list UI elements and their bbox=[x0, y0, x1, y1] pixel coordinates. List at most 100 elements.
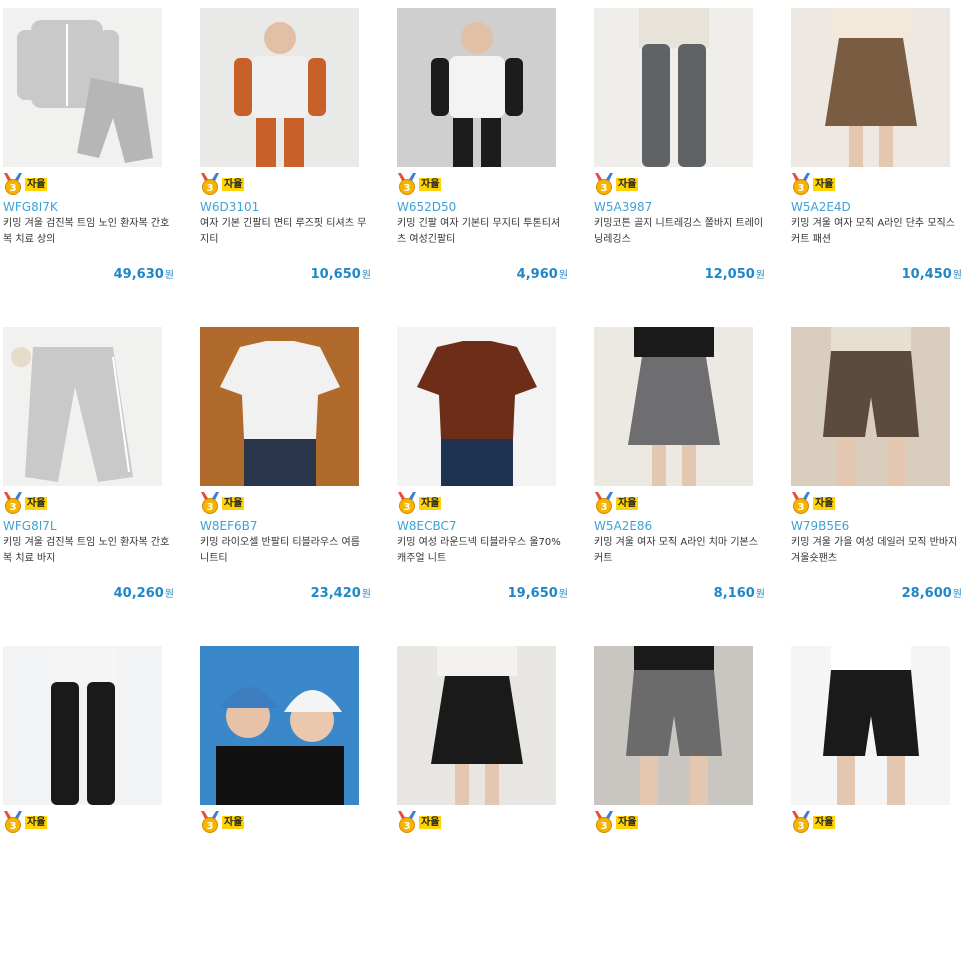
product-image[interactable] bbox=[791, 646, 950, 805]
svg-text:3: 3 bbox=[798, 821, 805, 832]
badge-row: 3 자율 bbox=[3, 811, 188, 833]
product-title[interactable] bbox=[200, 854, 372, 886]
badge-label: 자율 bbox=[222, 496, 245, 510]
product-price: 23,420 bbox=[310, 586, 361, 601]
product-image[interactable] bbox=[397, 8, 556, 167]
badge-row: 3 자율 bbox=[791, 173, 966, 195]
product-card[interactable]: 3 자율 W5A3987 키밍코튼 골지 니트레깅스 쫄바지 트레이닝레깅스 1… bbox=[594, 8, 779, 327]
product-image[interactable] bbox=[200, 646, 359, 805]
product-code[interactable] bbox=[3, 838, 188, 852]
product-title[interactable]: 키밍 겨울 여자 모직 A라인 단추 모직스커트 패션 bbox=[791, 216, 963, 248]
product-code[interactable]: WFG8I7K bbox=[3, 200, 188, 214]
price-row: 49,630원 bbox=[3, 263, 174, 282]
product-title[interactable]: 여자 기본 긴팔티 면티 루즈핏 티셔츠 무지티 bbox=[200, 216, 372, 248]
product-image[interactable] bbox=[791, 327, 950, 486]
badge-row: 3 자율 bbox=[594, 811, 779, 833]
price-row bbox=[791, 901, 962, 920]
product-card[interactable]: 3 자율 W6D3101 여자 기본 긴팔티 면티 루즈핏 티셔츠 무지티 10… bbox=[200, 8, 385, 327]
medal-3-icon: 3 bbox=[3, 492, 23, 514]
product-title[interactable]: 키밍 라이오셀 반팔티 티블라우스 여름 니트티 bbox=[200, 535, 372, 567]
product-title[interactable]: 키밍 여성 라운드넥 티블라우스 울70% 캐주얼 니트 bbox=[397, 535, 569, 567]
currency-unit: 원 bbox=[952, 589, 962, 600]
product-image[interactable] bbox=[3, 8, 162, 167]
product-image[interactable] bbox=[200, 327, 359, 486]
medal-3-icon: 3 bbox=[200, 811, 220, 833]
badge-row: 3 자율 bbox=[397, 492, 582, 514]
svg-text:3: 3 bbox=[207, 821, 214, 832]
product-title[interactable] bbox=[791, 854, 963, 886]
product-image[interactable] bbox=[594, 646, 753, 805]
product-title[interactable]: 키밍 겨울 검진복 트임 노인 환자복 간호복 치료 상의 bbox=[3, 216, 175, 248]
product-title[interactable]: 키밍코튼 골지 니트레깅스 쫄바지 트레이닝레깅스 bbox=[594, 216, 766, 248]
svg-text:3: 3 bbox=[798, 502, 805, 513]
product-image[interactable] bbox=[397, 327, 556, 486]
product-card[interactable]: 3 자율 bbox=[200, 646, 385, 965]
product-code[interactable]: W5A2E86 bbox=[594, 519, 779, 533]
product-code[interactable]: W8EF6B7 bbox=[200, 519, 385, 533]
product-price: 19,650 bbox=[507, 586, 558, 601]
badge-label: 자율 bbox=[616, 177, 639, 191]
product-code[interactable]: W652D50 bbox=[397, 200, 582, 214]
product-code[interactable]: WFG8I7L bbox=[3, 519, 188, 533]
medal-3-icon: 3 bbox=[397, 811, 417, 833]
product-card[interactable]: 3 자율 WFG8I7K 키밍 겨울 검진복 트임 노인 환자복 간호복 치료 … bbox=[3, 8, 188, 327]
currency-unit: 원 bbox=[952, 270, 962, 281]
product-card[interactable]: 3 자율 W79B5E6 키밍 겨울 가을 여성 데일러 모직 반바지 겨울숏팬… bbox=[791, 327, 966, 646]
medal-3-icon: 3 bbox=[594, 492, 614, 514]
currency-unit: 원 bbox=[164, 589, 174, 600]
product-price: 8,160 bbox=[713, 586, 755, 601]
badge-row: 3 자율 bbox=[200, 492, 385, 514]
badge-label: 자율 bbox=[813, 496, 836, 510]
product-title[interactable]: 키밍 겨울 검진복 트임 노인 환자복 간호복 치료 바지 bbox=[3, 535, 175, 567]
product-code[interactable] bbox=[200, 838, 385, 852]
product-code[interactable]: W79B5E6 bbox=[791, 519, 966, 533]
product-card[interactable]: 3 자율 bbox=[594, 646, 779, 965]
currency-unit: 원 bbox=[755, 270, 765, 281]
product-card[interactable]: 3 자율 bbox=[791, 646, 966, 965]
product-title[interactable] bbox=[3, 854, 175, 886]
currency-unit: 원 bbox=[558, 589, 568, 600]
product-card[interactable]: 3 자율 W5A2E86 키밍 겨울 여자 모직 A라인 치마 기본스커트 8,… bbox=[594, 327, 779, 646]
product-code[interactable] bbox=[397, 838, 582, 852]
product-card[interactable]: 3 자율 W8ECBC7 키밍 여성 라운드넥 티블라우스 울70% 캐주얼 니… bbox=[397, 327, 582, 646]
product-image[interactable] bbox=[594, 327, 753, 486]
product-card[interactable]: 3 자율 W5A2E4D 키밍 겨울 여자 모직 A라인 단추 모직스커트 패션… bbox=[791, 8, 966, 327]
product-title[interactable]: 키밍 겨울 가을 여성 데일러 모직 반바지 겨울숏팬츠 bbox=[791, 535, 963, 567]
product-code[interactable]: W5A2E4D bbox=[791, 200, 966, 214]
product-title[interactable] bbox=[397, 854, 569, 886]
product-title[interactable]: 키밍 겨울 여자 모직 A라인 치마 기본스커트 bbox=[594, 535, 766, 567]
product-card[interactable]: 3 자율 bbox=[3, 646, 188, 965]
product-image[interactable] bbox=[594, 8, 753, 167]
svg-text:3: 3 bbox=[798, 183, 805, 194]
price-row: 40,260원 bbox=[3, 582, 174, 601]
badge-label: 자율 bbox=[616, 815, 639, 829]
price-row bbox=[397, 901, 568, 920]
product-image[interactable] bbox=[791, 8, 950, 167]
badge-row: 3 자율 bbox=[397, 173, 582, 195]
product-code[interactable] bbox=[594, 838, 779, 852]
product-card[interactable]: 3 자율 W652D50 키밍 긴팔 여자 기본티 무지티 투톤티셔츠 여성긴팔… bbox=[397, 8, 582, 327]
product-code[interactable] bbox=[791, 838, 966, 852]
product-card[interactable]: 3 자율 bbox=[397, 646, 582, 965]
product-code[interactable]: W6D3101 bbox=[200, 200, 385, 214]
badge-label: 자율 bbox=[25, 815, 48, 829]
product-card[interactable]: 3 자율 WFG8I7L 키밍 겨울 검진복 트임 노인 환자복 간호복 치료 … bbox=[3, 327, 188, 646]
badge-row: 3 자율 bbox=[791, 811, 966, 833]
product-title[interactable]: 키밍 긴팔 여자 기본티 무지티 투톤티셔츠 여성긴팔티 bbox=[397, 216, 569, 248]
medal-3-icon: 3 bbox=[3, 811, 23, 833]
medal-3-icon: 3 bbox=[791, 492, 811, 514]
product-image[interactable] bbox=[3, 646, 162, 805]
badge-row: 3 자율 bbox=[594, 492, 779, 514]
currency-unit: 원 bbox=[558, 270, 568, 281]
product-image[interactable] bbox=[397, 646, 556, 805]
price-row: 19,650원 bbox=[397, 582, 568, 601]
badge-label: 자율 bbox=[419, 496, 442, 510]
product-image[interactable] bbox=[200, 8, 359, 167]
product-card[interactable]: 3 자율 W8EF6B7 키밍 라이오셀 반팔티 티블라우스 여름 니트티 23… bbox=[200, 327, 385, 646]
product-code[interactable]: W8ECBC7 bbox=[397, 519, 582, 533]
product-image[interactable] bbox=[3, 327, 162, 486]
badge-row: 3 자율 bbox=[200, 811, 385, 833]
svg-text:3: 3 bbox=[601, 821, 608, 832]
product-code[interactable]: W5A3987 bbox=[594, 200, 779, 214]
product-title[interactable] bbox=[594, 854, 766, 886]
